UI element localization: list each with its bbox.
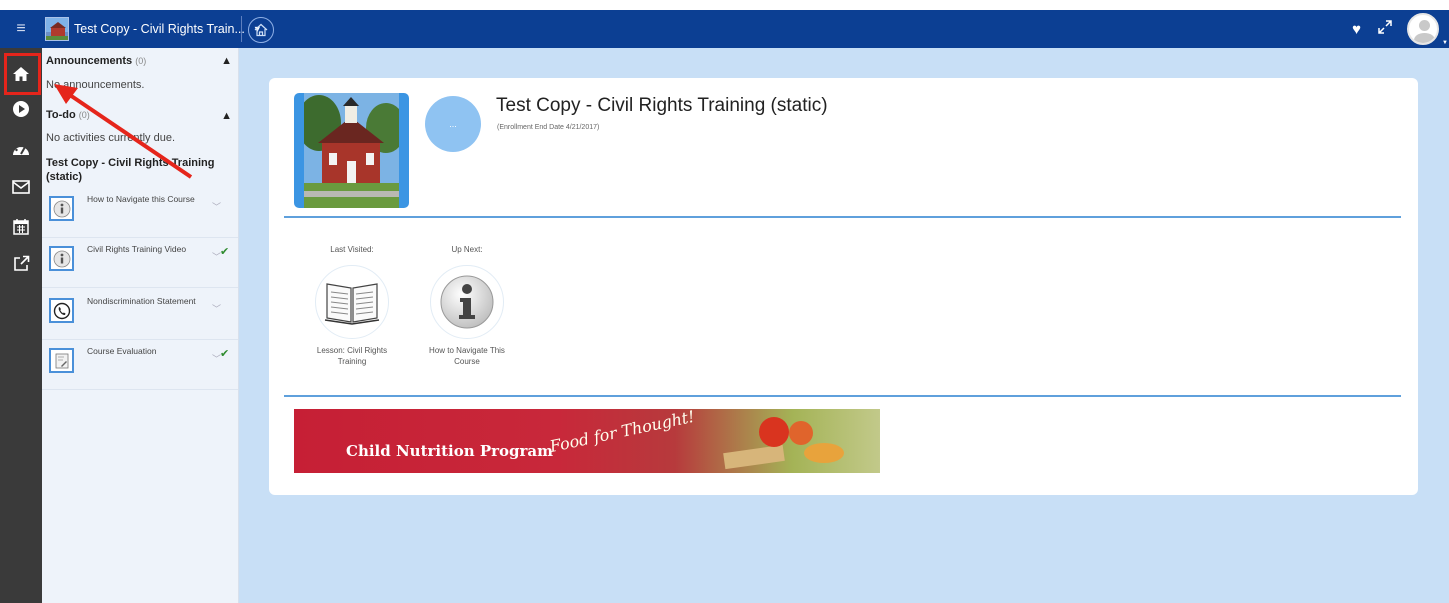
announcements-empty: No announcements.: [46, 79, 145, 91]
evaluation-icon: [49, 348, 74, 373]
chevron-down-icon[interactable]: ﹀: [212, 302, 221, 315]
todo-label: To-do: [46, 109, 76, 121]
activity-label: Course Evaluation: [87, 346, 157, 356]
heart-icon[interactable]: ♥: [1352, 21, 1361, 38]
announcements-label: Announcements: [46, 55, 133, 67]
home-icon[interactable]: [248, 17, 274, 43]
main-content: ... Test Copy - Civil Rights Training (s…: [239, 48, 1449, 603]
top-right-controls: ♥ ▼: [1352, 10, 1449, 48]
course-selector[interactable]: Test Copy - Civil Rights Train... ▼: [74, 10, 262, 48]
divider: [241, 16, 242, 42]
activity-item[interactable]: Nondiscrimination Statement ﹀: [42, 290, 238, 340]
announcements-count: (0): [135, 56, 147, 66]
banner-cutting-board: [723, 444, 785, 470]
play-icon[interactable]: [0, 94, 42, 124]
divider: [284, 216, 1401, 218]
activity-label: Civil Rights Training Video: [87, 244, 187, 254]
chevron-up-icon[interactable]: ▲: [221, 110, 232, 122]
hamburger-icon[interactable]: ≡: [0, 10, 42, 48]
mail-icon[interactable]: [0, 172, 42, 202]
banner-title: Child Nutrition Program: [346, 442, 554, 460]
todo-header[interactable]: To-do (0): [46, 109, 90, 121]
activity-label: How to Navigate this Course: [87, 194, 195, 204]
activity-item[interactable]: Civil Rights Training Video ﹀ ✔: [42, 238, 238, 288]
book-icon[interactable]: [315, 265, 389, 339]
left-nav-rail: [0, 48, 42, 603]
course-avatar: ...: [425, 96, 481, 152]
enrollment-date: (Enrollment End Date 4/21/2017): [497, 124, 600, 131]
course-thumbnail-small: [45, 17, 69, 41]
avatar[interactable]: [1407, 13, 1439, 45]
activity-label: Nondiscrimination Statement: [87, 296, 196, 306]
page-title: Test Copy - Civil Rights Training (stati…: [496, 95, 828, 116]
activity-item[interactable]: How to Navigate this Course ﹀: [42, 188, 238, 238]
banner-pepper: [789, 421, 813, 445]
banner-tomato: [759, 417, 789, 447]
banner-squash: [804, 443, 844, 463]
last-visited[interactable]: Last Visited: Lesson: Civil Rights Train…: [312, 245, 392, 367]
up-next-caption: Up Next:: [451, 245, 483, 254]
up-next-name: How to Navigate This Course: [429, 346, 505, 366]
home-icon[interactable]: [0, 59, 42, 89]
activity-item[interactable]: Course Evaluation ﹀ ✔: [42, 340, 238, 390]
avatar-head: [1419, 20, 1430, 31]
phone-icon: [49, 298, 74, 323]
external-link-icon[interactable]: [0, 248, 42, 278]
banner-tagline: Food for Thought!: [548, 409, 697, 456]
course-selector-label: Test Copy - Civil Rights Train...: [74, 22, 245, 36]
todo-count: (0): [78, 110, 90, 120]
todo-empty: No activities currently due.: [46, 132, 175, 144]
divider: [284, 395, 1401, 397]
top-bar: ≡ Test Copy - Civil Rights Train... ▼ ♥ …: [0, 10, 1449, 48]
chevron-down-icon: ▼: [1442, 40, 1448, 46]
announcements-header[interactable]: Announcements (0): [46, 55, 146, 67]
checkmark-icon: ✔: [220, 246, 230, 258]
course-image: [294, 93, 409, 208]
course-title-side: Test Copy - Civil Rights Training (stati…: [46, 157, 215, 183]
dashboard-icon[interactable]: [0, 134, 42, 164]
info-icon[interactable]: [430, 265, 504, 339]
last-visited-name: Lesson: Civil Rights Training: [316, 346, 388, 366]
calendar-icon[interactable]: [0, 211, 42, 241]
activity-panel: Announcements (0) ▲ No announcements. To…: [42, 48, 239, 603]
avatar-body: [1414, 33, 1435, 43]
checkmark-icon: ✔: [220, 348, 230, 360]
info-icon: [49, 246, 74, 271]
chevron-down-icon[interactable]: ﹀: [212, 200, 221, 213]
info-icon: [49, 196, 74, 221]
last-visited-caption: Last Visited:: [330, 245, 374, 254]
expand-icon[interactable]: [1377, 19, 1393, 39]
chevron-up-icon[interactable]: ▲: [221, 55, 232, 67]
program-banner: Child Nutrition Program Food for Thought…: [294, 409, 880, 473]
up-next[interactable]: Up Next: How to Navigate This Course: [427, 245, 507, 367]
course-card: ... Test Copy - Civil Rights Training (s…: [269, 78, 1418, 495]
